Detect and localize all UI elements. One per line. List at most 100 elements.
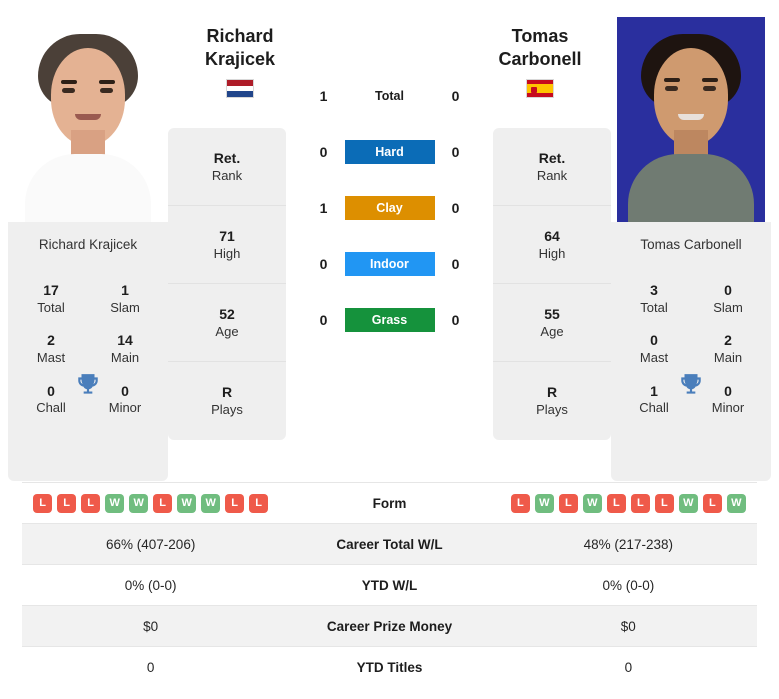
form-badge: L	[654, 493, 674, 513]
left-player-heading: Richard Krajicek	[176, 25, 304, 99]
table-row-ytd-wl: 0% (0-0) YTD W/L 0% (0-0)	[22, 564, 757, 606]
player-comparison-page: Richard Krajicek 17 Total 1 Slam 2 Mast	[0, 0, 779, 699]
left-player-name-plate: Richard Krajicek	[8, 222, 168, 266]
surface-badge-grass: Grass	[344, 308, 435, 332]
form-badge: W	[105, 493, 125, 513]
label: Main	[110, 349, 140, 365]
left-score-grass: 0	[319, 312, 328, 328]
right-info-card: Ret. Rank 64 High 55 Age R Plays	[493, 128, 611, 440]
left-ytd-wl: 0% (0-0)	[124, 577, 177, 593]
value: 1	[121, 282, 129, 298]
es-flag-icon	[526, 79, 554, 99]
surface-badge-clay: Clay	[344, 196, 435, 220]
left-first-name: Richard	[206, 26, 274, 46]
trophy-icon	[78, 374, 98, 394]
label: Mast	[36, 349, 66, 365]
surface-row-total: 1 Total 0	[286, 68, 493, 124]
surface-badge-indoor: Indoor	[344, 252, 435, 276]
value: 17	[43, 282, 59, 298]
right-titles-main: 2 Main	[691, 332, 765, 366]
row-label-career-prize-money: Career Prize Money	[326, 618, 453, 634]
value: R	[221, 384, 233, 401]
form-badge: L	[606, 493, 626, 513]
right-first-name: Tomas	[511, 26, 569, 46]
right-info-age: 55 Age	[493, 284, 611, 362]
right-player-name: Tomas Carbonell	[640, 236, 742, 252]
form-badge: L	[249, 493, 269, 513]
label: High	[538, 245, 566, 261]
right-score-clay: 0	[451, 200, 460, 216]
label: Plays	[536, 402, 568, 418]
left-score-clay: 1	[319, 200, 328, 216]
left-titles-mast: 2 Mast	[14, 332, 88, 366]
right-player-photo-wrap	[611, 10, 771, 222]
label: Age	[540, 323, 564, 339]
nl-flag-icon	[226, 79, 254, 99]
right-info-high: 64 High	[493, 206, 611, 284]
left-career-prize-money: $0	[143, 618, 159, 634]
right-form-list: L W L W L L L W L W	[500, 493, 757, 513]
form-badge: W	[534, 493, 554, 513]
label: Total	[640, 299, 668, 315]
left-career-total-wl: 66% (407-206)	[106, 536, 196, 552]
table-row-career-prize-money: $0 Career Prize Money $0	[22, 605, 757, 647]
left-score-indoor: 0	[319, 256, 328, 272]
label: Slam	[110, 299, 140, 315]
player-photo-carbonell	[617, 17, 765, 222]
form-badge: L	[33, 493, 53, 513]
label: High	[213, 245, 241, 261]
right-titles-total: 3 Total	[617, 282, 691, 316]
form-badge: W	[582, 493, 602, 513]
surface-comparison-column: 1 Total 0 0 Hard 0 1 Clay 0 0 Indoor 0 0	[286, 10, 493, 348]
surface-badge-hard: Hard	[344, 140, 435, 164]
value: 14	[117, 332, 133, 349]
value: 52	[219, 305, 235, 322]
value: 64	[544, 227, 560, 244]
label: Minor	[108, 400, 142, 416]
left-player-name: Richard Krajicek	[38, 236, 138, 252]
value: 55	[544, 305, 560, 322]
right-info-plays: R Plays	[493, 362, 611, 440]
right-score-hard: 0	[451, 144, 460, 160]
left-flag-wrap	[176, 79, 304, 99]
value: R	[546, 384, 558, 401]
value: Ret.	[538, 149, 566, 166]
right-player-heading: Tomas Carbonell	[476, 25, 604, 99]
left-titles-total: 17 Total	[14, 282, 88, 316]
left-titles-main: 14 Main	[88, 332, 162, 366]
label: Minor	[711, 400, 745, 416]
label: Plays	[211, 402, 243, 418]
row-label-career-total-wl: Career Total W/L	[336, 536, 443, 552]
right-flag-wrap	[476, 79, 604, 99]
label: Mast	[639, 349, 669, 365]
left-player-column: Richard Krajicek 17 Total 1 Slam 2 Mast	[8, 10, 168, 481]
right-score-indoor: 0	[451, 256, 460, 272]
right-titles-slam: 0 Slam	[691, 282, 765, 316]
form-badge: W	[726, 493, 746, 513]
surface-row-clay: 1 Clay 0	[286, 180, 493, 236]
right-score-total: 0	[451, 88, 460, 104]
stats-table: L L L W W L W W L L Form L W L W L L L W…	[22, 482, 757, 688]
form-badge: W	[177, 493, 197, 513]
row-label-form: Form	[372, 495, 407, 511]
form-badge: W	[129, 493, 149, 513]
label: Rank	[536, 167, 568, 183]
label: Age	[215, 323, 239, 339]
surface-row-hard: 0 Hard 0	[286, 124, 493, 180]
left-info-high: 71 High	[168, 206, 286, 284]
right-titles-card: 3 Total 0 Slam 0 Mast 2 Main 1 Chall 0 M…	[611, 266, 771, 481]
trophy-icon	[681, 374, 701, 394]
table-row-career-total-wl: 66% (407-206) Career Total W/L 48% (217-…	[22, 523, 757, 565]
right-player-column: Tomas Carbonell 3 Total 0 Slam 0 Mast 2 …	[611, 10, 771, 481]
right-info-rank: Ret. Rank	[493, 128, 611, 206]
table-row-form: L L L W W L W W L L Form L W L W L L L W…	[22, 482, 757, 524]
value: 71	[219, 227, 235, 244]
form-badge: L	[153, 493, 173, 513]
left-info-card: Ret. Rank 71 High 52 Age R Plays	[168, 128, 286, 440]
left-score-hard: 0	[319, 144, 328, 160]
left-form-list: L L L W W L W W L L	[22, 493, 279, 513]
value: Ret.	[213, 149, 241, 166]
form-badge: L	[57, 493, 77, 513]
right-score-grass: 0	[451, 312, 460, 328]
right-last-name: Carbonell	[498, 49, 582, 70]
